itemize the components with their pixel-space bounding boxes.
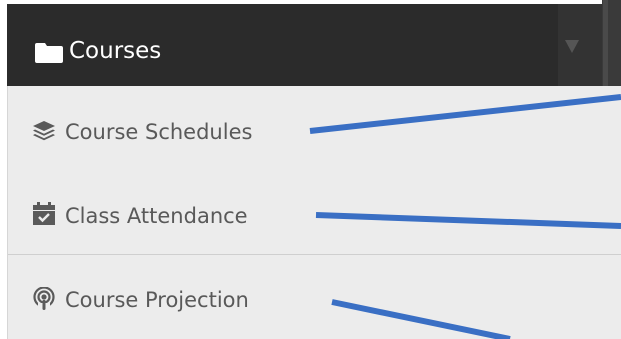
courses-submenu: Course Schedules Class Attendance Course… bbox=[7, 86, 621, 339]
menu-item-course-schedules[interactable]: Course Schedules bbox=[8, 86, 621, 170]
calendar-check-icon bbox=[33, 202, 55, 225]
courses-menu-header[interactable]: Courses bbox=[7, 4, 602, 86]
menu-item-label: Course Schedules bbox=[65, 120, 253, 144]
courses-title: Courses bbox=[69, 38, 162, 64]
caret-down-icon bbox=[565, 40, 579, 53]
menu-item-course-projection[interactable]: Course Projection bbox=[8, 255, 621, 339]
layers-icon bbox=[33, 121, 55, 141]
menu-item-label: Course Projection bbox=[65, 288, 249, 312]
menu-item-class-attendance[interactable]: Class Attendance bbox=[8, 170, 621, 254]
folder-icon bbox=[35, 43, 63, 63]
menu-item-label: Class Attendance bbox=[65, 204, 248, 228]
right-edge-divider bbox=[603, 0, 608, 86]
screenshot-frame: Courses Course Schedules Class Attendanc… bbox=[0, 0, 621, 339]
podcast-icon bbox=[33, 287, 55, 311]
